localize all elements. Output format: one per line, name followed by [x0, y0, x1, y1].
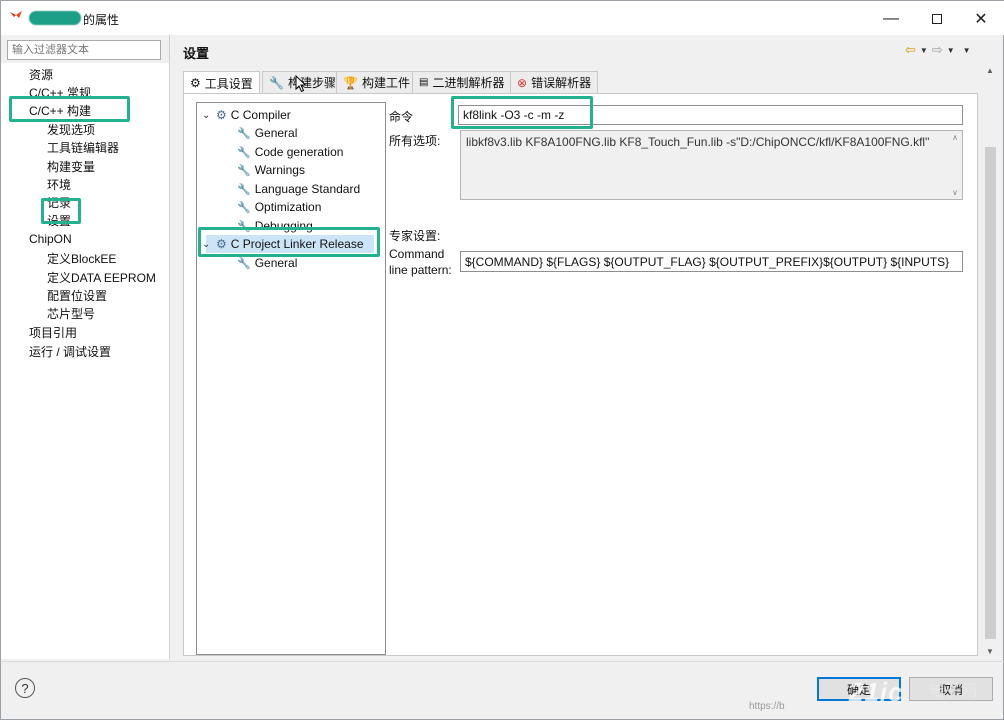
- chevron-down-icon[interactable]: ⌄: [202, 110, 212, 121]
- all-options-text: libkf8v3.lib KF8A100FNG.lib KF8_Touch_Fu…: [466, 135, 930, 149]
- tool-option-icon: 🔧: [237, 127, 251, 140]
- tree-item-label: Warnings: [254, 163, 305, 177]
- nav-item-resource[interactable]: 资源: [29, 66, 53, 83]
- nav-item-define-data-eeprom[interactable]: 定义DATA EEPROM: [47, 269, 156, 286]
- blog-url-watermark: https://b: [749, 701, 785, 712]
- tab-label: 错误解析器: [531, 76, 592, 90]
- pattern-label-line1: Command: [389, 247, 445, 261]
- error-icon: ⊗: [517, 75, 528, 90]
- tree-item-label: General: [254, 126, 298, 140]
- scroll-up-icon: ∧: [952, 133, 958, 142]
- mouse-cursor-icon: [295, 75, 307, 93]
- tab-binary-parsers[interactable]: ▤ 二进制解析器: [412, 71, 512, 93]
- site-watermark: 21ic: [849, 677, 904, 707]
- tab-build-artifact[interactable]: 🏆 构建工件: [336, 71, 417, 93]
- view-menu-icon[interactable]: ▼: [963, 46, 971, 55]
- properties-window: 的属性 — ✕ 资源 C/C++ 常规 C/C++ 构建 发现选项 工具链编辑器…: [0, 0, 1004, 720]
- tree-item-code-generation[interactable]: 🔧 Code generation: [237, 145, 343, 159]
- nav-item-toolchain-editor[interactable]: 工具链编辑器: [47, 139, 119, 156]
- tree-item-optimization[interactable]: 🔧 Optimization: [237, 200, 321, 214]
- tree-item-label: C Compiler: [230, 108, 291, 122]
- scrollbar-thumb[interactable]: [985, 147, 996, 639]
- wrench-icon: 🔧: [269, 75, 284, 90]
- maximize-icon: [932, 14, 942, 24]
- nav-item-discovery-options[interactable]: 发现选项: [47, 121, 95, 138]
- help-button[interactable]: ?: [15, 678, 35, 698]
- trophy-icon: 🏆: [343, 75, 358, 90]
- redacted-project-name: [29, 11, 81, 25]
- tool-option-icon: 🔧: [237, 257, 251, 270]
- tool-option-icon: 🔧: [237, 201, 251, 214]
- tree-item-warnings[interactable]: 🔧 Warnings: [237, 163, 305, 177]
- tree-item-linker-general[interactable]: 🔧 General: [237, 256, 297, 270]
- filter-input[interactable]: [7, 40, 161, 60]
- gear-icon: ⚙: [216, 108, 227, 122]
- footer-divider: [1, 661, 1004, 662]
- site-watermark-sub: 电子网: [929, 683, 978, 700]
- command-line-pattern-input[interactable]: [460, 251, 963, 272]
- minimize-button[interactable]: —: [871, 7, 911, 31]
- tree-item-language-standard[interactable]: 🔧 Language Standard: [237, 182, 360, 196]
- nav-item-define-blockee[interactable]: 定义BlockEE: [47, 250, 116, 267]
- nav-item-environment[interactable]: 环境: [47, 176, 71, 193]
- app-icon: [10, 11, 22, 18]
- all-options-field[interactable]: libkf8v3.lib KF8A100FNG.lib KF8_Touch_Fu…: [460, 130, 963, 200]
- back-dropdown-icon[interactable]: ▼: [920, 46, 928, 55]
- nav-item-project-references[interactable]: 项目引用: [29, 324, 77, 341]
- tab-error-parsers[interactable]: ⊗ 错误解析器: [510, 71, 599, 93]
- tree-item-label: General: [254, 256, 298, 270]
- tree-item-label: Language Standard: [254, 182, 361, 196]
- scroll-up-icon[interactable]: ▲: [986, 66, 994, 75]
- nav-item-run-debug-settings[interactable]: 运行 / 调试设置: [29, 343, 111, 360]
- tool-option-icon: 🔧: [237, 164, 251, 177]
- all-options-label: 所有选项:: [389, 134, 441, 148]
- tab-label: 工具设置: [204, 76, 253, 91]
- tab-tool-settings[interactable]: ⚙ 工具设置: [183, 71, 260, 94]
- back-arrow-icon[interactable]: ⇦: [905, 42, 916, 58]
- tool-option-icon: 🔧: [237, 183, 251, 196]
- tree-item-c-compiler[interactable]: ⌄ ⚙ C Compiler: [202, 108, 291, 122]
- highlight-linker-release: [198, 227, 380, 257]
- command-label: 命令: [389, 110, 414, 124]
- tool-option-icon: 🔧: [237, 146, 251, 159]
- history-nav: ⇦ ▼ ⇨ ▼ ▼: [905, 41, 971, 59]
- textarea-scrollbar[interactable]: ∧ ∨: [950, 133, 960, 197]
- close-button[interactable]: ✕: [961, 7, 1001, 31]
- nav-splitter[interactable]: [169, 35, 170, 659]
- nav-item-chipon[interactable]: ChipON: [29, 232, 72, 246]
- highlight-settings: [41, 198, 81, 224]
- title-bar: 的属性 — ✕: [1, 1, 1004, 35]
- binary-file-icon: ▤: [419, 77, 429, 88]
- forward-arrow-icon[interactable]: ⇨: [932, 42, 943, 58]
- tree-item-label: Code generation: [254, 145, 344, 159]
- nav-item-config-bits[interactable]: 配置位设置: [47, 287, 107, 304]
- highlight-command: [451, 96, 593, 129]
- maximize-button[interactable]: [917, 7, 957, 31]
- highlight-cpp-build: [9, 96, 130, 122]
- page-title: 设置: [183, 46, 210, 61]
- gear-icon: ⚙: [190, 76, 201, 90]
- tab-label: 构建工件: [361, 76, 410, 90]
- tree-item-general[interactable]: 🔧 General: [237, 126, 297, 140]
- pattern-label-line2: line pattern:: [389, 263, 452, 277]
- tab-label: 二进制解析器: [432, 76, 505, 90]
- scroll-down-icon: ∨: [952, 188, 958, 197]
- nav-item-chip-model[interactable]: 芯片型号: [47, 305, 95, 322]
- forward-dropdown-icon[interactable]: ▼: [947, 46, 955, 55]
- nav-item-build-variables[interactable]: 构建变量: [47, 158, 95, 175]
- scroll-down-icon[interactable]: ▼: [986, 647, 994, 656]
- page-scrollbar[interactable]: ▲ ▼: [982, 63, 999, 659]
- expert-settings-label: 专家设置:: [389, 229, 441, 243]
- tree-item-label: Optimization: [254, 200, 322, 214]
- window-title: 的属性: [83, 13, 120, 27]
